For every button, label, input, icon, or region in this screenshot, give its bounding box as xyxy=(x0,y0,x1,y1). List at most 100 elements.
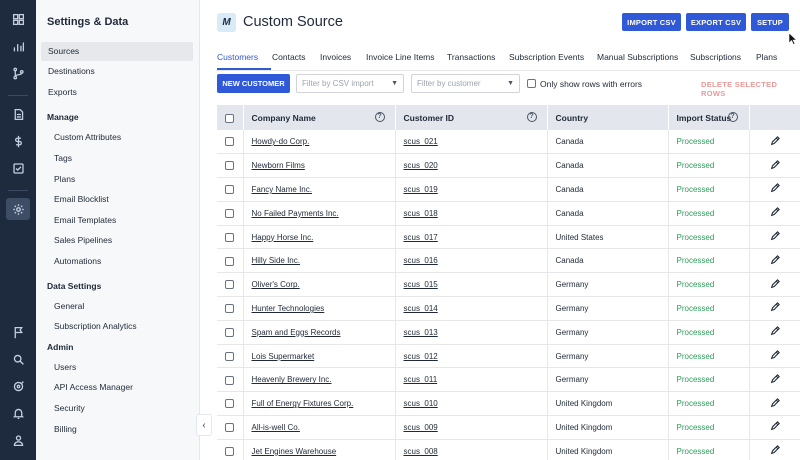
row-checkbox[interactable] xyxy=(225,446,235,456)
setup-button[interactable]: SETUP xyxy=(751,13,789,31)
row-checkbox[interactable] xyxy=(225,137,235,147)
bar-chart-icon[interactable] xyxy=(6,35,30,57)
tab-subscription-events[interactable]: Subscription Events xyxy=(509,52,584,62)
row-checkbox[interactable] xyxy=(225,351,235,361)
customer-id-link[interactable]: scus_021 xyxy=(404,137,438,146)
company-name-link[interactable]: Spam and Eggs Records xyxy=(252,328,341,337)
select-all-checkbox[interactable] xyxy=(225,113,235,123)
row-checkbox[interactable] xyxy=(225,232,235,242)
sidebar-item-custom-attributes[interactable]: Custom Attributes xyxy=(41,128,193,147)
branch-icon[interactable] xyxy=(6,62,30,84)
customer-id-link[interactable]: scus_015 xyxy=(404,280,438,289)
company-name-link[interactable]: Hilly Side Inc. xyxy=(252,256,300,265)
search-icon[interactable] xyxy=(6,348,30,370)
customer-id-link[interactable]: scus_018 xyxy=(404,209,438,218)
sidebar-item-general[interactable]: General xyxy=(41,297,193,316)
customer-id-link[interactable]: scus_020 xyxy=(404,161,438,170)
row-checkbox[interactable] xyxy=(225,185,235,195)
customer-id-link[interactable]: scus_016 xyxy=(404,256,438,265)
company-name-link[interactable]: Oliver's Corp. xyxy=(252,280,300,289)
checkbox-icon[interactable] xyxy=(6,157,30,179)
pencil-icon[interactable] xyxy=(770,326,780,338)
delete-selected-rows-button[interactable]: DELETE SELECTED ROWS xyxy=(701,80,800,98)
row-checkbox[interactable] xyxy=(225,375,235,385)
sidebar-item-billing[interactable]: Billing xyxy=(41,420,193,439)
company-name-link[interactable]: Lois Supermarket xyxy=(252,352,315,361)
pencil-icon[interactable] xyxy=(770,350,780,362)
company-name-link[interactable]: All-is-well Co. xyxy=(252,423,300,432)
sidebar-item-exports[interactable]: Exports xyxy=(41,83,193,102)
pencil-icon[interactable] xyxy=(770,302,780,314)
tab-transactions[interactable]: Transactions xyxy=(447,52,495,62)
flag-icon[interactable] xyxy=(6,321,30,343)
tab-invoice-line-items[interactable]: Invoice Line Items xyxy=(366,52,435,62)
sidebar-item-tags[interactable]: Tags xyxy=(41,149,193,168)
customer-id-link[interactable]: scus_010 xyxy=(404,399,438,408)
pencil-icon[interactable] xyxy=(770,135,780,148)
column-header-import-status[interactable]: Import Status? xyxy=(668,105,750,130)
pencil-icon[interactable] xyxy=(770,207,780,219)
sidebar-item-security[interactable]: Security xyxy=(41,399,193,418)
company-name-link[interactable]: Jet Engines Warehouse xyxy=(252,447,337,456)
sidebar-item-automations[interactable]: Automations xyxy=(41,252,193,271)
pencil-icon[interactable] xyxy=(770,183,780,195)
row-checkbox[interactable] xyxy=(225,399,235,409)
row-checkbox[interactable] xyxy=(225,304,235,314)
customer-id-link[interactable]: scus_008 xyxy=(404,447,438,456)
customer-id-link[interactable]: scus_017 xyxy=(404,233,438,242)
column-header-customer-id[interactable]: Customer ID? xyxy=(395,105,548,130)
tab-contacts[interactable]: Contacts xyxy=(272,52,306,62)
company-name-link[interactable]: Newborn Films xyxy=(252,161,305,170)
row-checkbox[interactable] xyxy=(225,423,235,433)
sidebar-item-subscription-analytics[interactable]: Subscription Analytics xyxy=(41,317,193,336)
document-icon[interactable] xyxy=(6,103,30,125)
sidebar-item-api-access-manager[interactable]: API Access Manager xyxy=(41,378,193,397)
pencil-icon[interactable] xyxy=(770,278,780,291)
pencil-icon[interactable] xyxy=(770,445,780,457)
company-name-link[interactable]: Full of Energy Fixtures Corp. xyxy=(252,399,354,408)
pencil-icon[interactable] xyxy=(770,254,780,267)
errors-only-checkbox[interactable] xyxy=(527,79,536,88)
customer-id-link[interactable]: scus_019 xyxy=(404,185,438,194)
sidebar-item-users[interactable]: Users xyxy=(41,358,193,377)
filter-csv-import-select[interactable]: Filter by CSV import ▼ xyxy=(296,74,404,93)
row-checkbox[interactable] xyxy=(225,161,235,171)
row-checkbox[interactable] xyxy=(225,280,235,290)
bell-icon[interactable] xyxy=(6,402,30,424)
tab-invoices[interactable]: Invoices xyxy=(320,52,351,62)
import-csv-button[interactable]: IMPORT CSV xyxy=(622,13,681,31)
customer-id-link[interactable]: scus_012 xyxy=(404,352,438,361)
tab-manual-subscriptions[interactable]: Manual Subscriptions xyxy=(597,52,678,62)
customer-id-link[interactable]: scus_009 xyxy=(404,423,438,432)
row-checkbox[interactable] xyxy=(225,256,235,266)
tab-subscriptions[interactable]: Subscriptions xyxy=(690,52,741,62)
pencil-icon[interactable] xyxy=(770,373,780,386)
pencil-icon[interactable] xyxy=(770,421,780,433)
customer-id-link[interactable]: scus_013 xyxy=(404,328,438,337)
company-name-link[interactable]: Howdy-do Corp. xyxy=(252,137,310,146)
export-csv-button[interactable]: EXPORT CSV xyxy=(686,13,746,31)
company-name-link[interactable]: No Failed Payments Inc. xyxy=(252,209,339,218)
user-icon[interactable] xyxy=(6,429,30,451)
help-icon[interactable]: ? xyxy=(526,112,537,122)
dollar-icon[interactable] xyxy=(6,130,30,152)
sidebar-item-email-templates[interactable]: Email Templates xyxy=(41,211,193,230)
row-checkbox[interactable] xyxy=(225,327,235,337)
customer-id-link[interactable]: scus_014 xyxy=(404,304,438,313)
sidebar-item-plans[interactable]: Plans xyxy=(41,170,193,189)
customer-id-link[interactable]: scus_011 xyxy=(404,375,438,384)
column-header-country[interactable]: Country xyxy=(547,105,669,130)
filter-customer-select[interactable]: Filter by customer ▼ xyxy=(411,74,520,93)
company-name-link[interactable]: Fancy Name Inc. xyxy=(252,185,312,194)
target-icon[interactable] xyxy=(6,375,30,397)
company-name-link[interactable]: Heavenly Brewery Inc. xyxy=(252,375,332,384)
settings-icon[interactable] xyxy=(6,198,30,220)
pencil-icon[interactable] xyxy=(770,397,780,410)
company-name-link[interactable]: Happy Horse Inc. xyxy=(252,233,314,242)
sidebar-item-sources[interactable]: Sources xyxy=(41,42,193,61)
company-name-link[interactable]: Hunter Technologies xyxy=(252,304,325,313)
pencil-icon[interactable] xyxy=(770,231,780,243)
tab-plans[interactable]: Plans xyxy=(756,52,777,62)
sidebar-item-destinations[interactable]: Destinations xyxy=(41,62,193,81)
pencil-icon[interactable] xyxy=(770,159,780,172)
